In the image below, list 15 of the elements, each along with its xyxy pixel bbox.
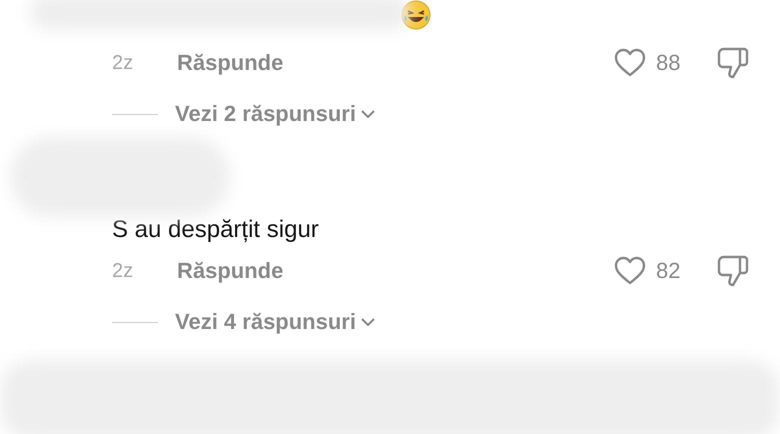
comment-time: 2z bbox=[112, 52, 134, 74]
reply-button[interactable]: Răspunde bbox=[177, 50, 284, 76]
heart-icon[interactable] bbox=[614, 48, 646, 78]
thumbs-down-icon[interactable] bbox=[716, 254, 750, 288]
thumbs-down-icon[interactable] bbox=[716, 46, 750, 80]
like-count: 88 bbox=[656, 50, 682, 76]
view-replies-link[interactable]: Vezi 2 răspunsuri bbox=[175, 101, 376, 127]
like-count: 82 bbox=[656, 258, 682, 284]
chevron-down-icon bbox=[360, 109, 376, 119]
comment-text: S au despărțit sigur bbox=[112, 216, 319, 244]
view-replies-link[interactable]: Vezi 4 răspunsuri bbox=[175, 309, 376, 335]
chevron-down-icon bbox=[360, 317, 376, 327]
heart-icon[interactable] bbox=[614, 256, 646, 286]
comment-time: 2z bbox=[112, 260, 134, 282]
reply-button[interactable]: Răspunde bbox=[177, 258, 284, 284]
